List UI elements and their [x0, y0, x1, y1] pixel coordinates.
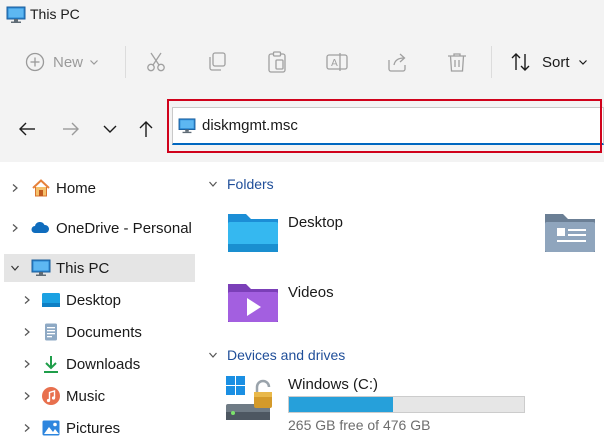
folder-name: Videos — [288, 284, 334, 301]
folder-name: Desktop — [288, 214, 344, 231]
title-bar: This PC — [0, 0, 604, 30]
sort-icon — [511, 53, 530, 71]
pictures-icon — [42, 420, 60, 436]
svg-text:A: A — [331, 58, 338, 69]
forward-arrow-icon[interactable] — [61, 119, 81, 139]
rename-icon[interactable]: A — [325, 50, 349, 74]
chevron-right-icon[interactable] — [22, 359, 32, 369]
navigation-pane: Home OneDrive - Personal This PC Desktop… — [0, 162, 196, 445]
drive-usage-fill — [289, 397, 394, 412]
folder-tile-desktop[interactable]: Desktop — [222, 206, 442, 258]
sidebar-item-home[interactable]: Home — [4, 174, 195, 202]
sidebar-item-label: OneDrive - Personal — [56, 219, 192, 237]
chevron-right-icon[interactable] — [10, 223, 20, 233]
devices-section-header[interactable]: Devices and drives — [208, 347, 345, 363]
sidebar-item-label: Pictures — [66, 419, 121, 437]
downloads-icon — [44, 356, 58, 373]
address-highlight — [167, 99, 602, 153]
folders-section-header[interactable]: Folders — [208, 176, 274, 192]
sidebar-item-music[interactable]: Music — [4, 382, 195, 410]
command-bar: New A Sort — [0, 30, 604, 96]
documents-icon — [45, 323, 57, 341]
sidebar-item-pictures[interactable]: Pictures — [4, 414, 195, 442]
chevron-right-icon[interactable] — [22, 391, 32, 401]
chevron-down-icon — [209, 181, 217, 187]
sidebar-item-desktop[interactable]: Desktop — [4, 286, 195, 314]
home-icon — [32, 179, 50, 197]
sidebar-item-documents[interactable]: Documents — [4, 318, 195, 346]
up-arrow-icon[interactable] — [136, 119, 156, 139]
sidebar-item-label: Desktop — [66, 291, 122, 309]
drive-usage-bar — [288, 396, 525, 413]
sidebar-item-this-pc[interactable]: This PC — [4, 254, 195, 282]
plus-circle-icon — [25, 52, 45, 72]
chevron-down-icon — [578, 60, 587, 65]
toolbar-separator — [125, 46, 126, 78]
chevron-right-icon[interactable] — [10, 183, 20, 193]
sidebar-item-label: Downloads — [66, 355, 141, 373]
content-pane: Folders Desktop Videos Devices and drive… — [196, 162, 604, 445]
sidebar-item-onedrive[interactable]: OneDrive - Personal — [4, 214, 195, 242]
drive-free-space: 265 GB free of 476 GB — [288, 417, 431, 433]
chevron-down-icon — [209, 352, 217, 358]
sidebar-item-downloads[interactable]: Downloads — [4, 350, 195, 378]
window-title: This PC — [30, 6, 80, 22]
sidebar-item-label: Home — [56, 179, 97, 197]
desktop-icon — [42, 293, 60, 307]
chevron-right-icon[interactable] — [22, 295, 32, 305]
toolbar-separator — [491, 46, 492, 78]
chevron-down-icon[interactable] — [10, 263, 20, 273]
recent-locations-chevron-icon[interactable] — [100, 119, 120, 139]
chevron-right-icon[interactable] — [22, 327, 32, 337]
music-icon — [42, 387, 60, 405]
copy-icon[interactable] — [205, 50, 229, 74]
drive-name: Windows (C:) — [288, 376, 379, 393]
new-button-label: New — [53, 53, 84, 71]
chevron-down-icon — [90, 60, 98, 65]
videos-folder-icon — [228, 284, 278, 322]
desktop-folder-icon — [228, 214, 278, 252]
sidebar-item-label: This PC — [56, 259, 110, 277]
share-icon[interactable] — [385, 50, 409, 74]
cut-icon[interactable] — [144, 50, 168, 74]
back-arrow-icon[interactable] — [17, 119, 37, 139]
documents-folder-icon[interactable] — [543, 210, 597, 254]
sort-button[interactable]: Sort — [510, 50, 588, 74]
delete-icon[interactable] — [445, 50, 469, 74]
paste-icon[interactable] — [265, 50, 289, 74]
computer-icon — [31, 259, 51, 276]
folders-heading: Folders — [227, 176, 274, 192]
sidebar-item-label: Music — [66, 387, 106, 405]
devices-heading: Devices and drives — [227, 347, 346, 363]
new-button[interactable]: New — [25, 50, 99, 74]
windows-drive-icon — [226, 376, 272, 420]
sidebar-item-label: Documents — [66, 323, 142, 341]
cloud-icon — [31, 221, 50, 233]
folder-tile-videos[interactable]: Videos — [222, 276, 442, 328]
navigation-bar — [0, 96, 604, 162]
chevron-right-icon[interactable] — [22, 423, 32, 433]
computer-icon — [6, 6, 26, 23]
sort-button-label: Sort — [542, 53, 570, 71]
